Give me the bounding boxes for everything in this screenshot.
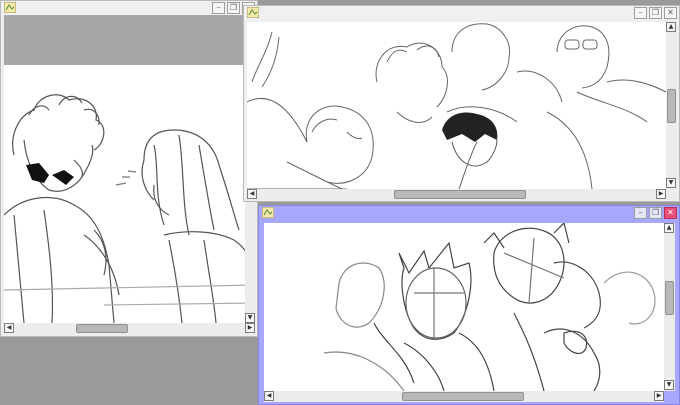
sketch-artwork: [247, 23, 666, 189]
sketch-artwork: [323, 223, 656, 391]
close-button[interactable]: ✕: [664, 207, 677, 219]
vertical-scrollbar[interactable]: ▲ ▼: [666, 22, 677, 200]
scroll-thumb[interactable]: [665, 281, 674, 315]
drawing-canvas[interactable]: [264, 223, 664, 391]
app-icon: [262, 207, 274, 218]
canvas-window-left[interactable]: – ❐ ✕: [0, 0, 258, 337]
scroll-down-button[interactable]: ▼: [664, 380, 674, 390]
horizontal-scrollbar[interactable]: ◀ ▶: [4, 323, 255, 334]
maximize-button[interactable]: ❐: [649, 207, 662, 219]
scroll-left-button[interactable]: ◀: [264, 391, 274, 401]
canvas-window-bottom-right[interactable]: – ❐ ✕ ◀ ▶ ▲ ▼: [258, 205, 680, 405]
scroll-thumb[interactable]: [76, 324, 128, 333]
app-icon: [247, 7, 259, 18]
scroll-thumb[interactable]: [394, 190, 526, 199]
app-icon: [4, 2, 16, 13]
window-titlebar[interactable]: – ❐ ✕: [244, 6, 679, 20]
scroll-right-button[interactable]: ▶: [656, 189, 666, 199]
scroll-thumb[interactable]: [402, 392, 524, 401]
scroll-left-button[interactable]: ◀: [4, 323, 14, 333]
scroll-up-button[interactable]: ▲: [664, 223, 674, 233]
canvas-margin: [4, 15, 255, 65]
scroll-left-button[interactable]: ◀: [247, 189, 257, 199]
scroll-right-button[interactable]: ▶: [245, 323, 255, 333]
minimize-button[interactable]: –: [212, 2, 225, 14]
scroll-thumb[interactable]: [667, 89, 676, 123]
maximize-button[interactable]: ❐: [649, 7, 662, 19]
vertical-scrollbar[interactable]: ▲ ▼: [664, 223, 675, 391]
canvas-window-top-right[interactable]: – ❐ ✕ ◀ ▶ ▲ ▼: [243, 5, 680, 202]
scroll-down-button[interactable]: ▼: [666, 178, 676, 188]
horizontal-scrollbar[interactable]: ◀ ▶: [264, 391, 664, 402]
window-titlebar[interactable]: – ❐ ✕: [259, 206, 679, 220]
maximize-button[interactable]: ❐: [227, 2, 240, 14]
drawing-canvas[interactable]: [4, 65, 255, 323]
drawing-canvas[interactable]: [247, 22, 666, 189]
sketch-artwork: [4, 94, 255, 323]
close-button[interactable]: ✕: [664, 7, 677, 19]
minimize-button[interactable]: –: [634, 207, 647, 219]
scroll-right-button[interactable]: ▶: [654, 391, 664, 401]
horizontal-scrollbar[interactable]: ◀ ▶: [247, 189, 666, 200]
scroll-down-button[interactable]: ▼: [245, 313, 255, 323]
minimize-button[interactable]: –: [634, 7, 647, 19]
scroll-up-button[interactable]: ▲: [666, 22, 676, 32]
window-titlebar[interactable]: – ❐ ✕: [1, 1, 257, 15]
